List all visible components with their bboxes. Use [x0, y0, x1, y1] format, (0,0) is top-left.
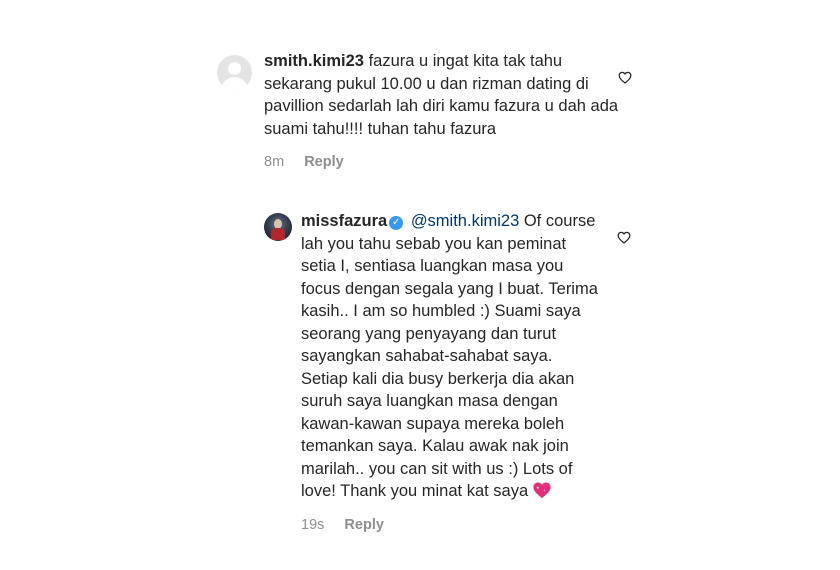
comment-meta: 19s Reply	[301, 517, 636, 533]
reply-comment-item: missfazura ✓ @smith.kimi23 Of course lah …	[264, 210, 636, 533]
comment-timestamp[interactable]: 8m	[264, 154, 284, 170]
comment-meta: 8m Reply	[264, 154, 637, 170]
comment-item: smith.kimi23 fazura u ingat kita tak tah…	[217, 50, 637, 170]
comment-text: missfazura ✓ @smith.kimi23 Of course lah …	[301, 210, 601, 503]
comment-timestamp[interactable]: 19s	[301, 517, 324, 533]
reply-button[interactable]: Reply	[344, 517, 384, 533]
comment-username[interactable]: missfazura	[301, 212, 387, 230]
mention-link[interactable]: @smith.kimi23	[411, 212, 519, 230]
avatar-clothing-shape	[271, 228, 285, 240]
comment-body: Of course lah you tahu sebab you kan pem…	[301, 212, 598, 500]
heart-outline-icon[interactable]	[617, 231, 631, 244]
sparkling-heart-emoji	[533, 482, 551, 499]
comment-text: smith.kimi23 fazura u ingat kita tak tah…	[264, 50, 619, 140]
avatar-head-shape	[228, 62, 241, 75]
comment-username[interactable]: smith.kimi23	[264, 52, 364, 70]
avatar-body-shape	[222, 77, 247, 90]
default-avatar-icon[interactable]	[217, 55, 252, 90]
heart-outline-icon[interactable]	[618, 71, 632, 84]
user-avatar[interactable]	[264, 213, 292, 241]
reply-button[interactable]: Reply	[304, 154, 344, 170]
verified-badge-icon: ✓	[389, 216, 404, 230]
